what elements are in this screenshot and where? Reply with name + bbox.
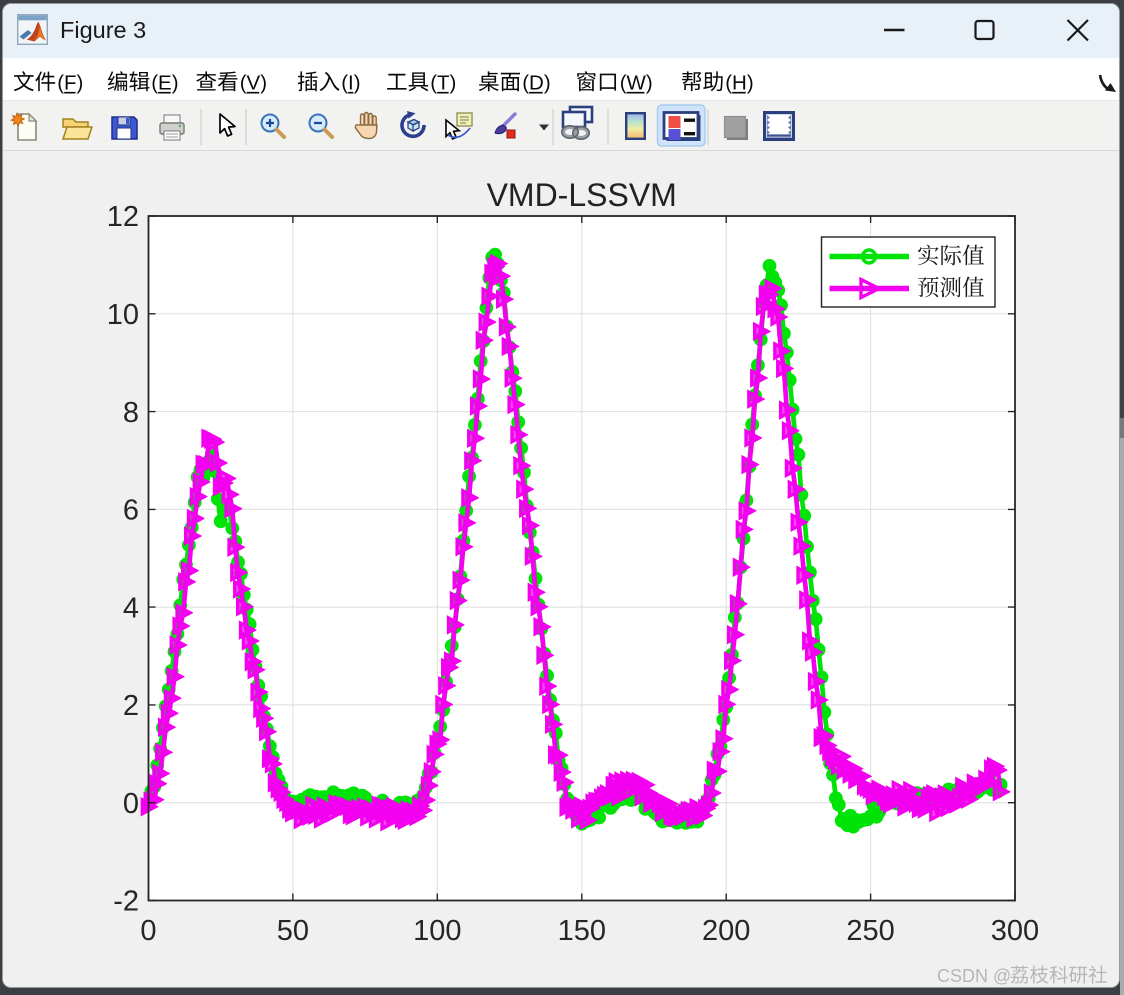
svg-text:4: 4 — [123, 592, 139, 624]
svg-text:6: 6 — [123, 495, 139, 527]
svg-text:50: 50 — [277, 915, 309, 947]
svg-text:CSDN @: CSDN @ — [937, 966, 1011, 986]
svg-text:8: 8 — [123, 397, 139, 429]
svg-text:300: 300 — [991, 915, 1039, 947]
svg-text:250: 250 — [846, 915, 894, 947]
svg-text:100: 100 — [413, 915, 461, 947]
svg-text:12: 12 — [107, 201, 139, 233]
svg-text:200: 200 — [702, 915, 750, 947]
svg-text:VMD-LSSVM: VMD-LSSVM — [487, 177, 677, 213]
svg-text:0: 0 — [123, 788, 139, 820]
svg-text:0: 0 — [140, 915, 156, 947]
svg-text:10: 10 — [107, 299, 139, 331]
svg-text:2: 2 — [123, 690, 139, 722]
svg-text:-2: -2 — [113, 886, 139, 918]
svg-text:150: 150 — [558, 915, 606, 947]
